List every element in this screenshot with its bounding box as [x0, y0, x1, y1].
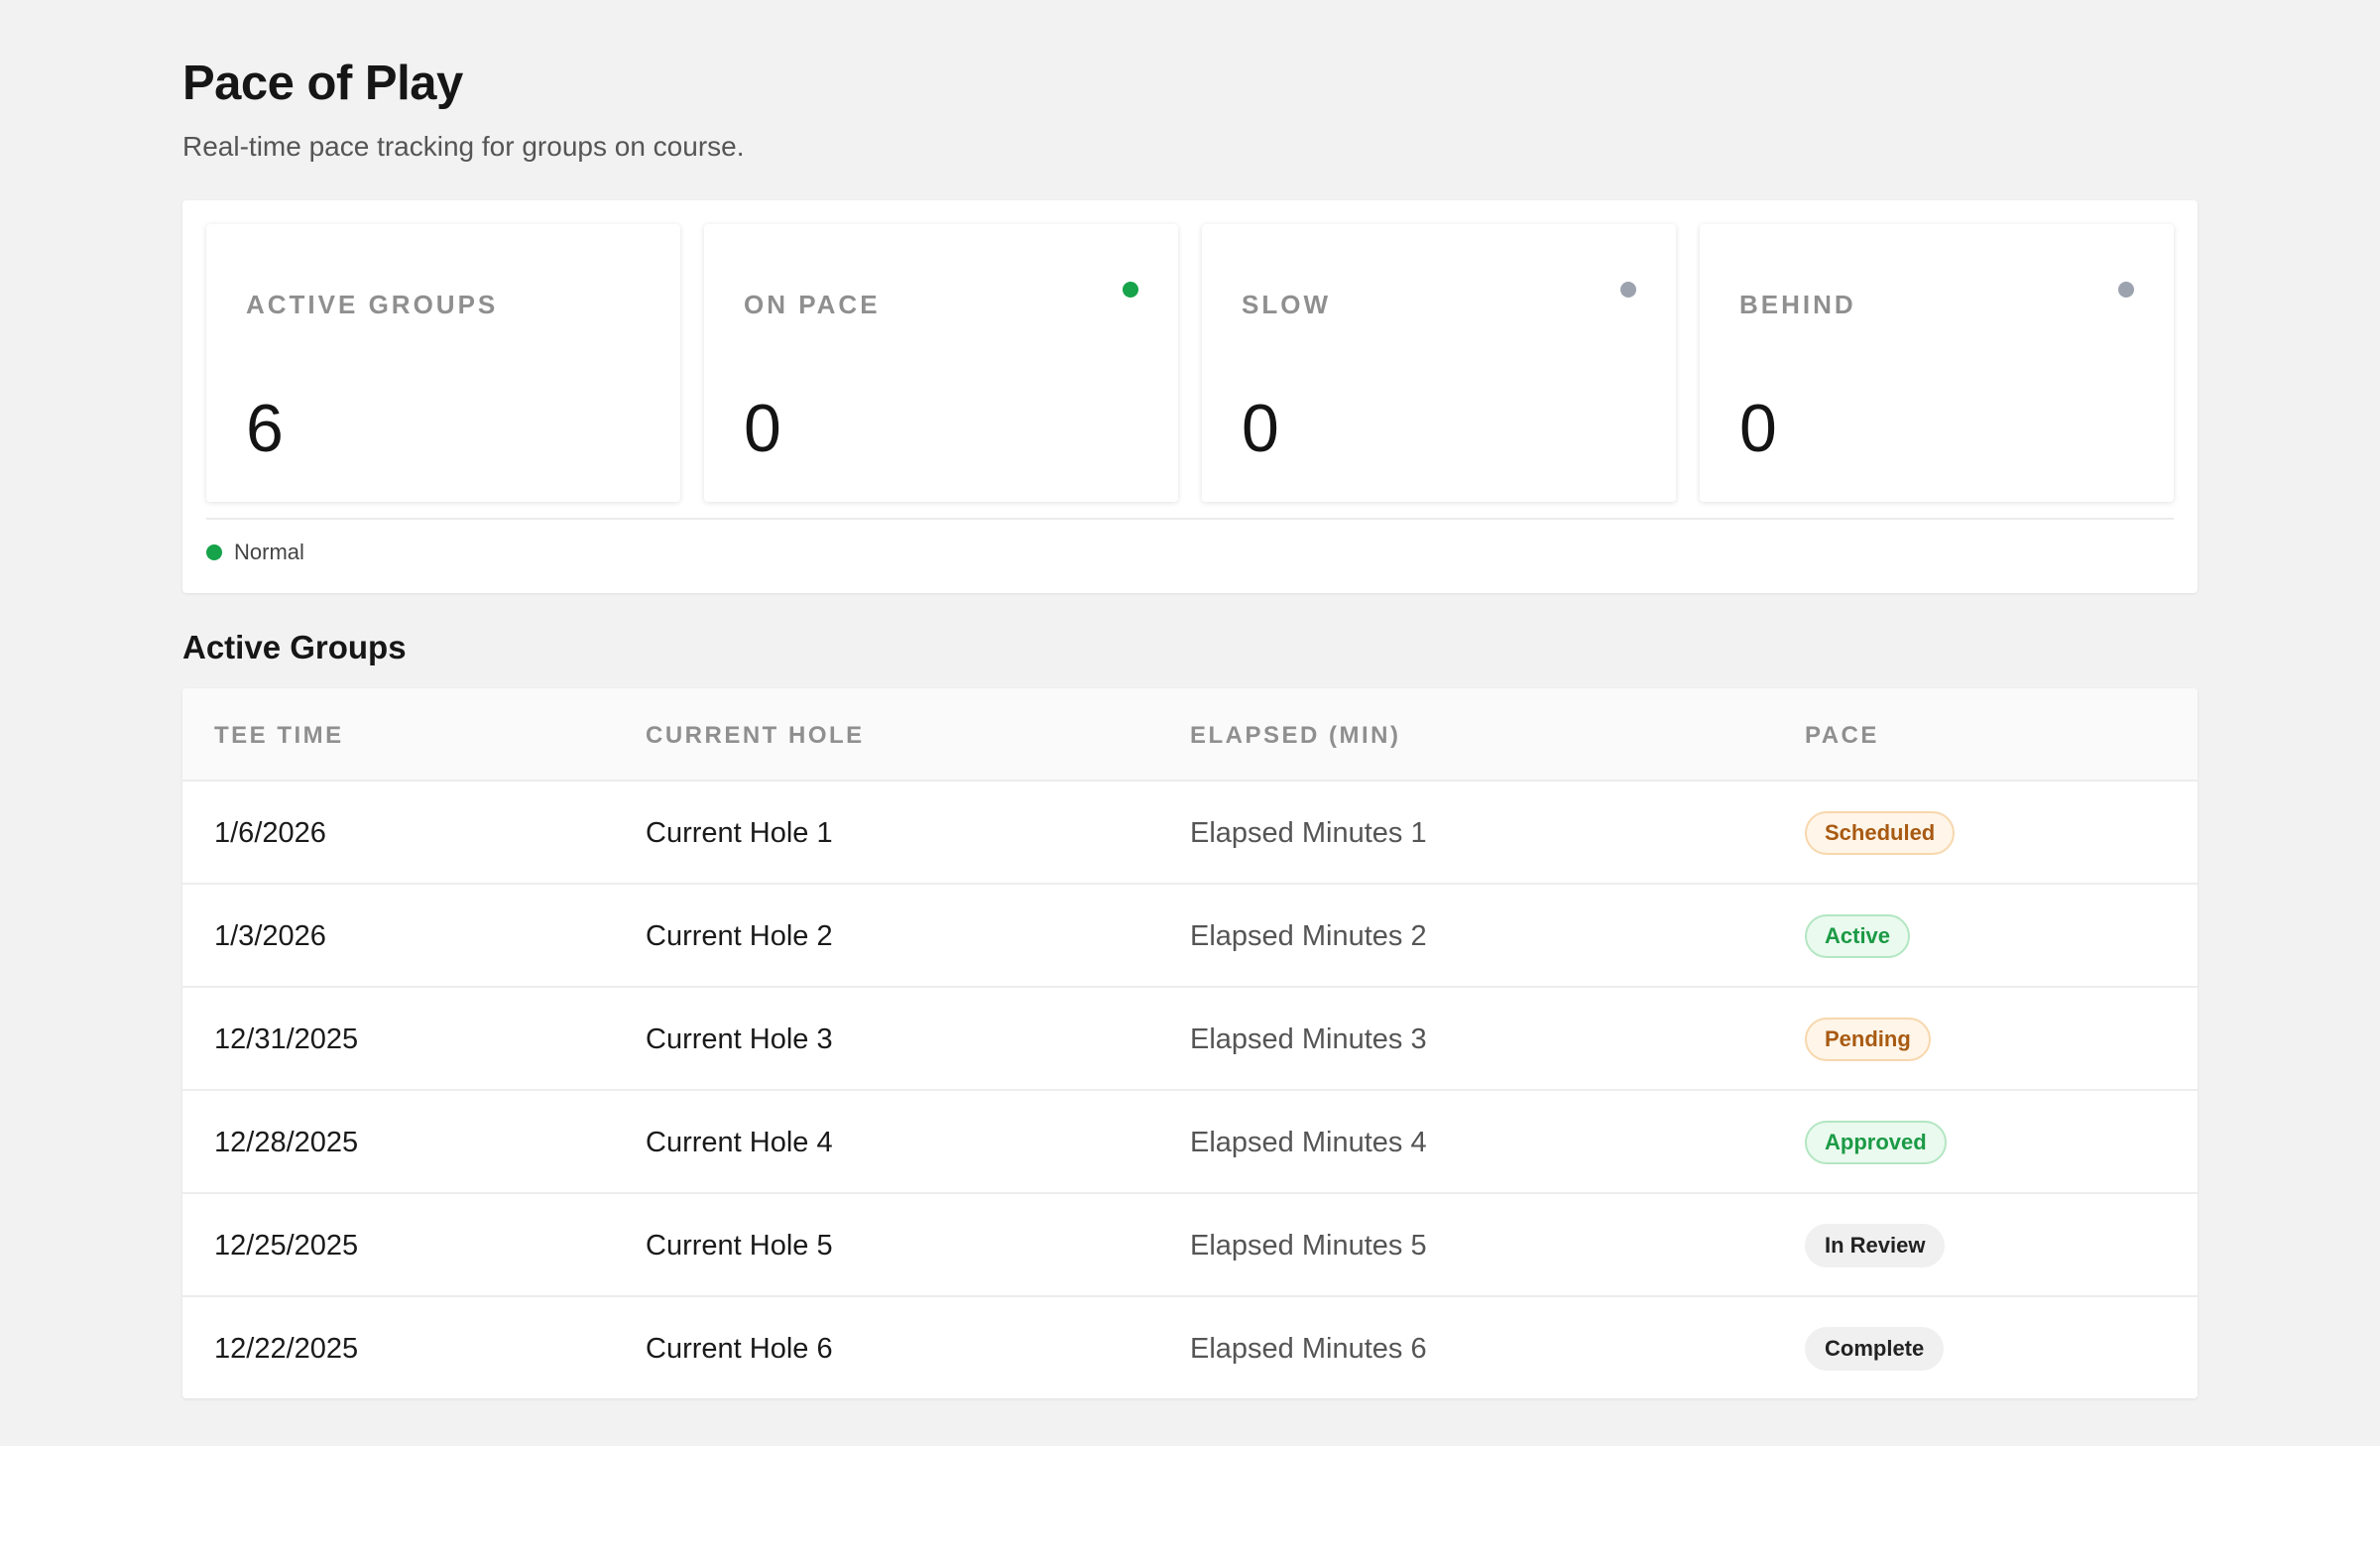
tee-time-cell: 12/31/2025 — [214, 1023, 359, 1055]
status-dot-icon — [2118, 282, 2134, 298]
pace-status-badge: Approved — [1805, 1121, 1947, 1164]
tee-time-cell: 12/22/2025 — [214, 1333, 359, 1365]
tee-time-cell: 12/25/2025 — [214, 1230, 359, 1262]
table-row[interactable]: 12/22/2025 Current Hole 6 Elapsed Minute… — [182, 1295, 2198, 1398]
column-header-tee-time[interactable]: TEE TIME — [214, 722, 344, 750]
stat-label: ON PACE — [744, 290, 881, 319]
pace-status-badge: Pending — [1805, 1018, 1931, 1061]
stat-value: 6 — [246, 391, 284, 466]
column-header-elapsed[interactable]: ELAPSED (MIN) — [1190, 722, 1401, 750]
status-dot-icon — [1123, 282, 1138, 298]
pace-status-badge: In Review — [1805, 1224, 1946, 1267]
current-hole-cell: Current Hole 2 — [646, 920, 833, 952]
tee-time-cell: 1/3/2026 — [214, 920, 326, 952]
elapsed-cell: Elapsed Minutes 6 — [1190, 1333, 1427, 1365]
elapsed-cell: Elapsed Minutes 4 — [1190, 1127, 1427, 1158]
current-hole-cell: Current Hole 4 — [646, 1127, 833, 1158]
table-row[interactable]: 12/31/2025 Current Hole 3 Elapsed Minute… — [182, 986, 2198, 1091]
stat-card-slow: SLOW 0 — [1202, 224, 1676, 502]
table-header: TEE TIME CURRENT HOLE ELAPSED (MIN) PACE — [182, 688, 2198, 780]
stat-label: BEHIND — [1739, 290, 1856, 319]
elapsed-cell: Elapsed Minutes 2 — [1190, 920, 1427, 952]
elapsed-cell: Elapsed Minutes 5 — [1190, 1230, 1427, 1262]
column-header-current-hole[interactable]: CURRENT HOLE — [646, 722, 865, 750]
current-hole-cell: Current Hole 6 — [646, 1333, 833, 1365]
legend: Normal — [206, 540, 304, 565]
legend-label: Normal — [234, 540, 304, 564]
tee-time-cell: 12/28/2025 — [214, 1127, 359, 1158]
pace-status-badge: Scheduled — [1805, 811, 1956, 855]
current-hole-cell: Current Hole 3 — [646, 1023, 833, 1055]
table-row[interactable]: 1/3/2026 Current Hole 2 Elapsed Minutes … — [182, 883, 2198, 988]
section-title: Active Groups — [182, 629, 407, 665]
status-dot-icon — [1620, 282, 1636, 298]
stat-value: 0 — [744, 391, 781, 466]
stat-value: 0 — [1739, 391, 1777, 466]
elapsed-cell: Elapsed Minutes 3 — [1190, 1023, 1427, 1055]
stat-card-behind: BEHIND 0 — [1700, 224, 2174, 502]
stat-card-active-groups: ACTIVE GROUPS 6 — [206, 224, 680, 502]
tee-time-cell: 1/6/2026 — [214, 817, 326, 849]
pace-status-badge: Active — [1805, 914, 1911, 958]
legend-dot-icon — [206, 544, 222, 560]
current-hole-cell: Current Hole 1 — [646, 817, 833, 849]
pace-status-badge: Complete — [1805, 1327, 1945, 1371]
table-row[interactable]: 1/6/2026 Current Hole 1 Elapsed Minutes … — [182, 780, 2198, 885]
stats-panel: ACTIVE GROUPS 6 ON PACE 0 SLOW 0 BEHIND … — [182, 200, 2198, 593]
stat-card-on-pace: ON PACE 0 — [704, 224, 1178, 502]
panel-divider — [206, 518, 2174, 520]
page-title: Pace of Play — [182, 57, 463, 110]
page-subtitle: Real-time pace tracking for groups on co… — [182, 131, 745, 162]
stat-label: ACTIVE GROUPS — [246, 290, 499, 319]
active-groups-table: TEE TIME CURRENT HOLE ELAPSED (MIN) PACE… — [182, 688, 2198, 1398]
stat-label: SLOW — [1242, 290, 1331, 319]
stat-value: 0 — [1242, 391, 1279, 466]
elapsed-cell: Elapsed Minutes 1 — [1190, 817, 1427, 849]
table-row[interactable]: 12/28/2025 Current Hole 4 Elapsed Minute… — [182, 1089, 2198, 1194]
column-header-pace[interactable]: PACE — [1805, 722, 1879, 750]
table-row[interactable]: 12/25/2025 Current Hole 5 Elapsed Minute… — [182, 1192, 2198, 1297]
current-hole-cell: Current Hole 5 — [646, 1230, 833, 1262]
